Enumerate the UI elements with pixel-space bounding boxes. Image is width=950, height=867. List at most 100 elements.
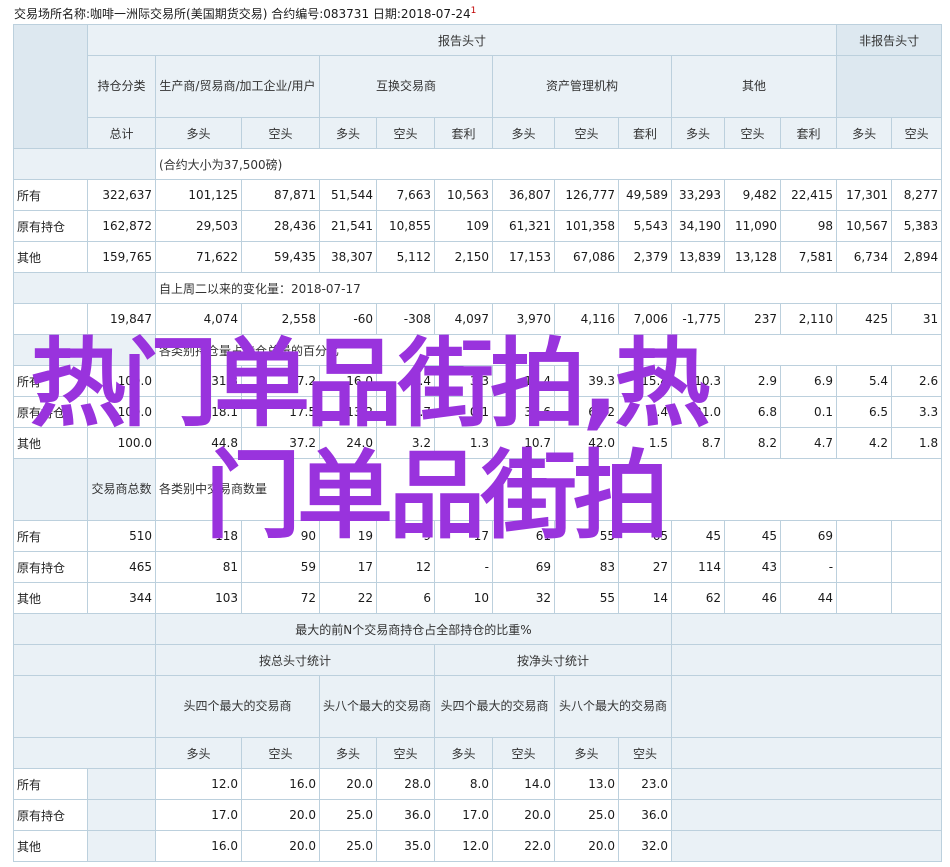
value-cell: 322,637: [87, 179, 156, 211]
value-cell: 3.3: [891, 396, 943, 428]
short-header: 空头: [891, 117, 943, 149]
value-cell: 22.0: [492, 830, 555, 862]
value-cell: 17,301: [836, 179, 893, 211]
value-cell: 10,567: [836, 210, 893, 242]
blank-cell: [670, 644, 943, 676]
long-header: 多头: [836, 117, 893, 149]
value-cell: 16.0: [155, 830, 242, 862]
value-cell: 2,379: [618, 241, 672, 273]
producer-header: 生产商/贸易商/加工企业/用户: [155, 55, 320, 118]
long-header: 多头: [155, 117, 242, 149]
value-cell: 32: [492, 582, 555, 614]
value-cell: 22,415: [779, 179, 838, 211]
short-header: 空头: [376, 737, 435, 769]
value-cell: 101,125: [155, 179, 242, 211]
value-cell: 28,436: [241, 210, 320, 242]
table-row: 最大的前N个交易商持仓占全部持仓的比重%: [13, 613, 943, 645]
value-cell: 20.0: [241, 799, 320, 831]
header-mark: 1: [470, 6, 477, 16]
value-cell: 2,110: [779, 303, 838, 335]
value-cell: 114: [671, 551, 725, 583]
table-row: 总计 多头 空头 多头 空头 套利 多头 空头 套利 多头 空头 套利 多头 空头: [14, 117, 943, 149]
value-cell: 425: [836, 303, 893, 335]
value-cell: 59: [241, 551, 320, 583]
short-header: 空头: [492, 737, 555, 769]
blank-cell: [670, 830, 943, 862]
value-cell: 28.0: [376, 768, 435, 800]
value-cell: 13.0: [554, 768, 619, 800]
value-cell: 2.6: [891, 365, 943, 397]
value-cell: 12: [376, 551, 435, 583]
value-cell: 17,153: [492, 241, 555, 273]
value-cell: 17: [319, 551, 377, 583]
long-header: 多头: [319, 737, 377, 769]
value-cell: 6.5: [836, 396, 893, 428]
gross-top8-header: 头八个最大的交易商: [319, 675, 435, 738]
value-cell: 27: [618, 551, 672, 583]
value-cell: 45: [724, 520, 781, 552]
corner-cell: [13, 24, 88, 149]
value-cell: 6: [376, 582, 435, 614]
value-cell: 8.0: [434, 768, 493, 800]
report-header: 报告头寸: [86, 24, 838, 56]
watermark-line-2: 门单品街拍: [205, 440, 669, 552]
value-cell: 87,871: [241, 179, 320, 211]
net-header: 按净头寸统计: [434, 644, 672, 676]
value-cell: 344: [87, 582, 156, 614]
value-cell: 8.2: [724, 427, 781, 459]
table-row: 原有持仓 162,872 29,503 28,436 21,541 10,855 109 61…: [13, 210, 943, 242]
value-cell: 36.0: [618, 799, 672, 831]
value-cell: 1.8: [891, 427, 943, 459]
spread-header: 套利: [618, 117, 672, 149]
value-cell: [836, 551, 893, 583]
table-row: 所有 322,637 101,125 87,871 51,544 7,663 10,563 3…: [13, 179, 943, 211]
value-cell: 25.0: [319, 830, 377, 862]
value-cell: 20.0: [492, 799, 555, 831]
value-cell: 17.0: [434, 799, 493, 831]
asset-header: 资产管理机构: [492, 55, 672, 118]
value-cell: 16.0: [241, 768, 320, 800]
short-header: 空头: [618, 737, 672, 769]
value-cell: 465: [87, 551, 156, 583]
value-cell: 49,589: [618, 179, 672, 211]
long-header: 多头: [155, 737, 242, 769]
blank-cell: [13, 458, 88, 521]
value-cell: 83: [554, 551, 619, 583]
blank-cell: [87, 768, 156, 800]
value-cell: 25.0: [554, 799, 619, 831]
long-header: 多头: [319, 117, 377, 149]
value-cell: 36,807: [492, 179, 555, 211]
value-cell: 25.0: [319, 799, 377, 831]
blank-cell: [670, 613, 943, 645]
value-cell: 162,872: [87, 210, 156, 242]
category-header: 持仓分类: [87, 55, 156, 118]
value-cell: 32.0: [618, 830, 672, 862]
value-cell: 69: [779, 520, 838, 552]
value-cell: 13,839: [671, 241, 725, 273]
blank-cell: [670, 768, 943, 800]
row-label: 所有: [13, 179, 88, 211]
value-cell: 10,855: [376, 210, 435, 242]
long-header: 多头: [434, 737, 493, 769]
spread-header: 套利: [434, 117, 493, 149]
value-cell: 46: [724, 582, 781, 614]
value-cell: 17.0: [155, 799, 242, 831]
value-cell: 510: [87, 520, 156, 552]
value-cell: 20.0: [241, 830, 320, 862]
value-cell: 10,563: [434, 179, 493, 211]
short-header: 空头: [554, 117, 619, 149]
value-cell: [836, 582, 893, 614]
blank-cell: [670, 675, 943, 738]
value-cell: 59,435: [241, 241, 320, 273]
concentration-title: 最大的前N个交易商持仓占全部持仓的比重%: [155, 613, 672, 645]
blank-cell: [13, 675, 156, 738]
value-cell: 29,503: [155, 210, 242, 242]
value-cell: 159,765: [87, 241, 156, 273]
row-label: 所有: [13, 768, 88, 800]
row-label: 原有持仓: [13, 210, 88, 242]
value-cell: 12.0: [155, 768, 242, 800]
table-row: 其他 159,765 71,622 59,435 38,307 5,112 2,150 17,…: [13, 241, 943, 273]
value-cell: 81: [155, 551, 242, 583]
value-cell: 10: [434, 582, 493, 614]
value-cell: [891, 551, 943, 583]
